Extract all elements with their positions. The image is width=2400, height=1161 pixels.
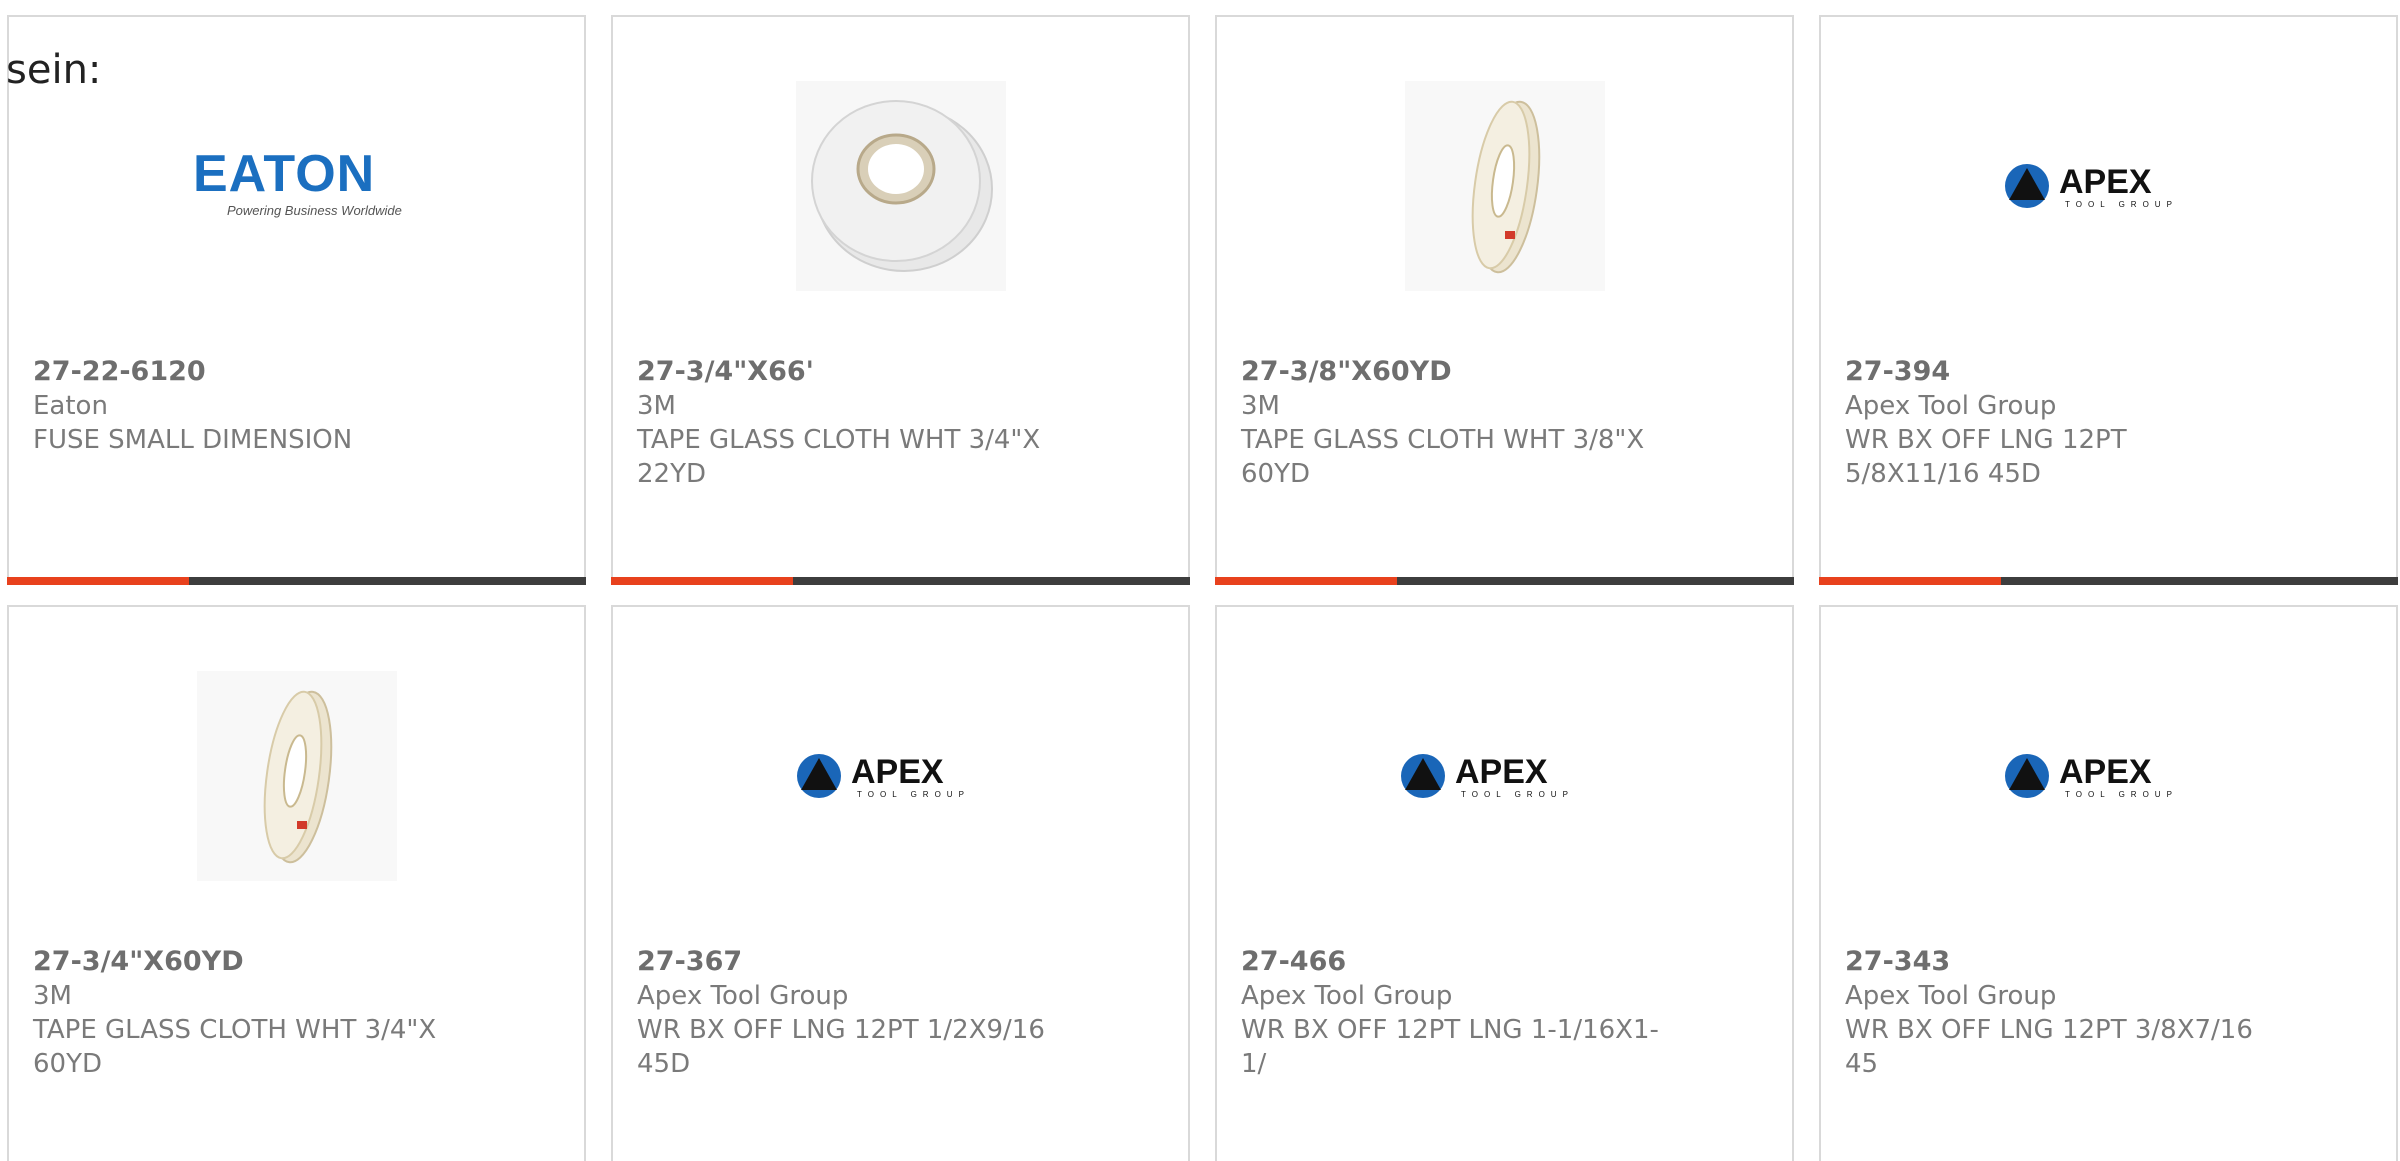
- part-number[interactable]: 27-3/4"X60YD: [33, 945, 453, 979]
- card-bar-accent: [1215, 577, 1397, 585]
- product-card[interactable]: APEX TOOL GROUP 27-394 Apex Tool Group W…: [1819, 15, 2398, 585]
- tape-roll-icon: [1404, 81, 1605, 291]
- description: TAPE GLASS CLOTH WHT 3/4"X 22YD: [637, 425, 1041, 489]
- apex-logo-image: APEX TOOL GROUP: [1821, 81, 2396, 291]
- tape-roll-image: [1217, 81, 1792, 291]
- svg-text:TOOL GROUP: TOOL GROUP: [2065, 790, 2178, 799]
- apex-logo-icon: APEX TOOL GROUP: [796, 753, 970, 799]
- manufacturer: 3M: [637, 391, 676, 421]
- tape-roll-image: [613, 81, 1188, 291]
- product-info: 27-466 Apex Tool Group WR BX OFF 12PT LN…: [1241, 945, 1661, 1081]
- product-card[interactable]: 27-3/8"X60YD 3M TAPE GLASS CLOTH WHT 3/8…: [1215, 15, 1794, 585]
- part-number[interactable]: 27-466: [1241, 945, 1661, 979]
- eaton-logo-image: EATON Powering Business Worldwide: [9, 81, 584, 291]
- svg-text:Powering Business Worldwide: Powering Business Worldwide: [227, 203, 402, 218]
- manufacturer: Eaton: [33, 391, 108, 421]
- tape-roll-image: [9, 671, 584, 881]
- svg-text:APEX: APEX: [2059, 753, 2152, 791]
- card-bar-accent: [7, 577, 189, 585]
- part-number[interactable]: 27-3/4"X66': [637, 355, 1057, 389]
- part-number[interactable]: 27-394: [1845, 355, 2265, 389]
- apex-logo-icon: APEX TOOL GROUP: [1400, 753, 1574, 799]
- apex-logo-image: APEX TOOL GROUP: [613, 671, 1188, 881]
- description: TAPE GLASS CLOTH WHT 3/4"X 60YD: [33, 1015, 437, 1079]
- svg-text:EATON: EATON: [193, 145, 375, 203]
- product-card[interactable]: APEX TOOL GROUP 27-466 Apex Tool Group W…: [1215, 605, 1794, 1161]
- description: WR BX OFF LNG 12PT 3/8X7/16 45: [1845, 1015, 2253, 1079]
- manufacturer: 3M: [33, 981, 72, 1011]
- part-number[interactable]: 27-22-6120: [33, 355, 453, 389]
- product-info: 27-367 Apex Tool Group WR BX OFF LNG 12P…: [637, 945, 1057, 1081]
- svg-text:APEX: APEX: [851, 753, 944, 791]
- apex-logo-image: APEX TOOL GROUP: [1217, 671, 1792, 881]
- product-info: 27-3/4"X66' 3M TAPE GLASS CLOTH WHT 3/4"…: [637, 355, 1057, 491]
- product-info: 27-3/8"X60YD 3M TAPE GLASS CLOTH WHT 3/8…: [1241, 355, 1661, 491]
- manufacturer: Apex Tool Group: [1845, 391, 2057, 421]
- description: TAPE GLASS CLOTH WHT 3/8"X 60YD: [1241, 425, 1645, 489]
- apex-logo-icon: APEX TOOL GROUP: [2004, 753, 2178, 799]
- svg-text:TOOL GROUP: TOOL GROUP: [857, 790, 970, 799]
- apex-logo-image: APEX TOOL GROUP: [1821, 671, 2396, 881]
- tape-roll-icon: [795, 81, 1006, 291]
- description: WR BX OFF 12PT LNG 1-1/16X1- 1/: [1241, 1015, 1659, 1079]
- manufacturer: Apex Tool Group: [637, 981, 849, 1011]
- card-bar: [1819, 577, 2398, 585]
- part-number[interactable]: 27-343: [1845, 945, 2265, 979]
- intro-text: sein:: [6, 47, 102, 93]
- card-bar-accent: [1819, 577, 2001, 585]
- product-card[interactable]: APEX TOOL GROUP 27-343 Apex Tool Group W…: [1819, 605, 2398, 1161]
- product-info: 27-22-6120 Eaton FUSE SMALL DIMENSION: [33, 355, 453, 457]
- svg-text:APEX: APEX: [2059, 163, 2152, 201]
- product-info: 27-394 Apex Tool Group WR BX OFF LNG 12P…: [1845, 355, 2265, 491]
- description: WR BX OFF LNG 12PT 5/8X11/16 45D: [1845, 425, 2127, 489]
- card-bar: [7, 577, 586, 585]
- card-bar: [1215, 577, 1794, 585]
- apex-logo-icon: APEX TOOL GROUP: [2004, 163, 2178, 209]
- product-card[interactable]: EATON Powering Business Worldwide 27-22-…: [7, 15, 586, 585]
- svg-text:APEX: APEX: [1455, 753, 1548, 791]
- product-card[interactable]: APEX TOOL GROUP 27-367 Apex Tool Group W…: [611, 605, 1190, 1161]
- manufacturer: Apex Tool Group: [1241, 981, 1453, 1011]
- product-card[interactable]: 27-3/4"X66' 3M TAPE GLASS CLOTH WHT 3/4"…: [611, 15, 1190, 585]
- product-card[interactable]: 27-3/4"X60YD 3M TAPE GLASS CLOTH WHT 3/4…: [7, 605, 586, 1161]
- description: FUSE SMALL DIMENSION: [33, 425, 353, 455]
- description: WR BX OFF LNG 12PT 1/2X9/16 45D: [637, 1015, 1045, 1079]
- part-number[interactable]: 27-367: [637, 945, 1057, 979]
- card-bar-accent: [611, 577, 793, 585]
- tape-roll-icon: [196, 671, 397, 881]
- part-number[interactable]: 27-3/8"X60YD: [1241, 355, 1661, 389]
- svg-text:TOOL GROUP: TOOL GROUP: [1461, 790, 1574, 799]
- svg-text:TOOL GROUP: TOOL GROUP: [2065, 200, 2178, 209]
- product-grid-page: sein: EATON Powering Business Worldwide …: [0, 0, 2400, 1161]
- product-info: 27-343 Apex Tool Group WR BX OFF LNG 12P…: [1845, 945, 2265, 1081]
- manufacturer: 3M: [1241, 391, 1280, 421]
- product-info: 27-3/4"X60YD 3M TAPE GLASS CLOTH WHT 3/4…: [33, 945, 453, 1081]
- card-bar: [611, 577, 1190, 585]
- eaton-logo-icon: EATON Powering Business Worldwide: [193, 145, 402, 218]
- manufacturer: Apex Tool Group: [1845, 981, 2057, 1011]
